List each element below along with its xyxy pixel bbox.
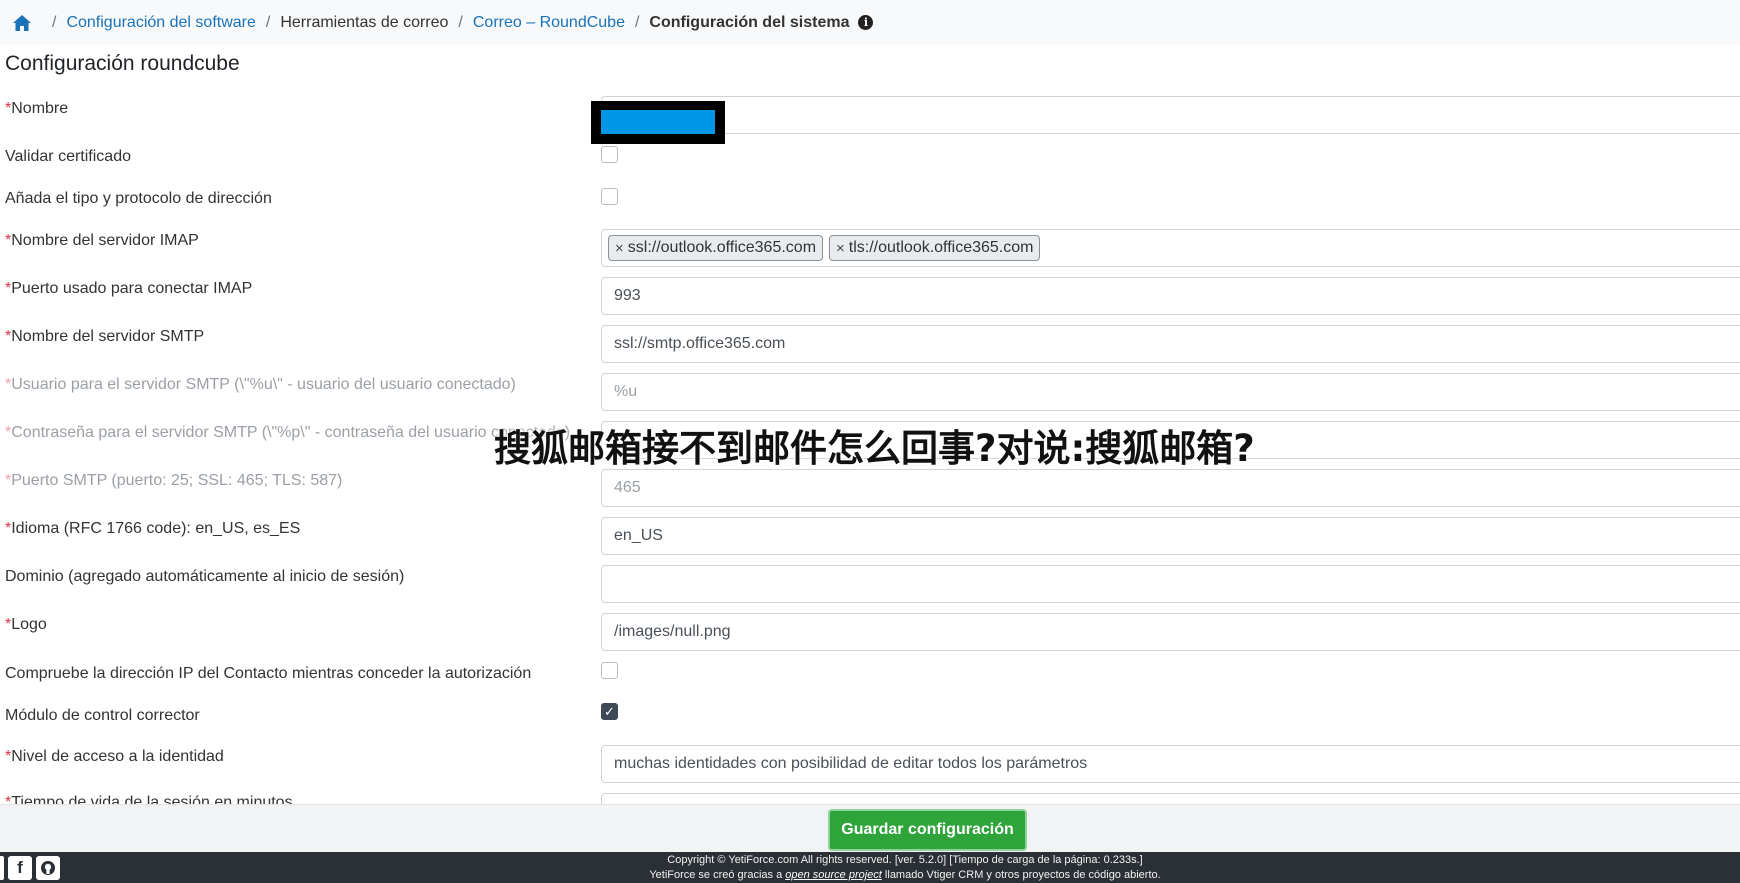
idioma-input[interactable]: en_US xyxy=(601,517,1740,555)
breadcrumb-software-config[interactable]: Configuración del software xyxy=(66,14,255,32)
remove-tag-icon[interactable]: × xyxy=(836,240,845,257)
label-partial: *Tiempo de vida de la sesión en minutos xyxy=(5,794,293,804)
breadcrumb-separator: / xyxy=(52,13,57,31)
breadcrumb-separator: / xyxy=(634,13,640,31)
footer-copyright: Copyright © YetiForce.com All rights res… xyxy=(667,854,1143,866)
validar-certificado-checkbox[interactable] xyxy=(601,146,618,163)
row-partial: *Tiempo de vida de la sesión en minutos xyxy=(0,793,1740,804)
redaction-box xyxy=(591,101,725,144)
label-imap-server: *Nombre del servidor IMAP xyxy=(5,232,199,249)
anada-tipo-checkbox[interactable] xyxy=(601,188,618,205)
label-dominio: Dominio (agregado automáticamente al ini… xyxy=(5,568,405,585)
imap-tag[interactable]: × tls://outlook.office365.com xyxy=(829,235,1041,261)
label-smtp-port: *Puerto SMTP (puerto: 25; SSL: 465; TLS:… xyxy=(5,472,343,489)
label-smtp-server: *Nombre del servidor SMTP xyxy=(5,328,205,345)
smtp-user-input[interactable]: %u xyxy=(601,373,1740,411)
breadcrumb-mail-tools: Herramientas de correo xyxy=(280,13,449,31)
label-anada-tipo: Añada el tipo y protocolo de dirección xyxy=(5,190,272,207)
save-bar: Guardar configuración xyxy=(0,804,1740,852)
breadcrumb: / Configuración del software / Herramien… xyxy=(0,0,1740,45)
identidad-select[interactable]: muchas identidades con posibilidad de ed… xyxy=(601,745,1740,783)
info-circle-icon[interactable]: i xyxy=(858,15,874,30)
home-icon[interactable] xyxy=(12,13,32,33)
nombre-input[interactable] xyxy=(601,96,1740,134)
remove-tag-icon[interactable]: × xyxy=(615,240,624,257)
open-source-link[interactable]: open source project xyxy=(785,869,882,881)
smtp-port-input[interactable]: 465 xyxy=(601,469,1740,507)
label-idioma: *Idioma (RFC 1766 code): en_US, es_ES xyxy=(5,520,301,537)
footer-credits: YetiForce se creó gracias a open source … xyxy=(649,869,1161,881)
corrector-checkbox[interactable]: ✓ xyxy=(601,703,618,720)
label-imap-port: *Puerto usado para conectar IMAP xyxy=(5,280,253,297)
label-nombre: *Nombre xyxy=(5,100,69,117)
footer: f Copyright © YetiForce.com All rights r… xyxy=(0,852,1740,883)
partial-input[interactable] xyxy=(601,793,1740,804)
imap-tag[interactable]: × ssl://outlook.office365.com xyxy=(608,235,824,261)
label-corrector: Módulo de control corrector xyxy=(5,707,200,724)
save-config-button[interactable]: Guardar configuración xyxy=(828,809,1027,851)
dominio-input[interactable] xyxy=(601,565,1740,603)
imap-port-input[interactable]: 993 xyxy=(601,277,1740,315)
breadcrumb-roundcube[interactable]: Correo – RoundCube xyxy=(473,14,625,32)
label-smtp-password: *Contraseña para el servidor SMTP (\"%p\… xyxy=(5,424,571,441)
label-identidad: *Nivel de acceso a la identidad xyxy=(5,748,224,765)
breadcrumb-separator: / xyxy=(458,13,463,31)
breadcrumb-current: Configuración del sistema xyxy=(649,13,850,31)
label-validar-certificado: Validar certificado xyxy=(5,148,131,165)
breadcrumb-separator: / xyxy=(265,13,271,31)
section-title: Configuración roundcube xyxy=(5,52,240,75)
smtp-server-input[interactable]: ssl://smtp.office365.com xyxy=(601,325,1740,363)
logo-input[interactable]: /images/null.png xyxy=(601,613,1740,651)
label-logo: *Logo xyxy=(5,616,47,633)
imap-server-tag-input[interactable]: × ssl://outlook.office365.com × tls://outl… xyxy=(601,229,1740,267)
ip-check-checkbox[interactable] xyxy=(601,662,618,679)
label-smtp-user: *Usuario para el servidor SMTP (\"%u\" -… xyxy=(5,376,516,393)
label-ip-check: Compruebe la dirección IP del Contacto m… xyxy=(5,665,532,682)
overlay-caption: 搜狐邮箱接不到邮件怎么回事?对说:搜狐邮箱? xyxy=(494,427,1255,470)
